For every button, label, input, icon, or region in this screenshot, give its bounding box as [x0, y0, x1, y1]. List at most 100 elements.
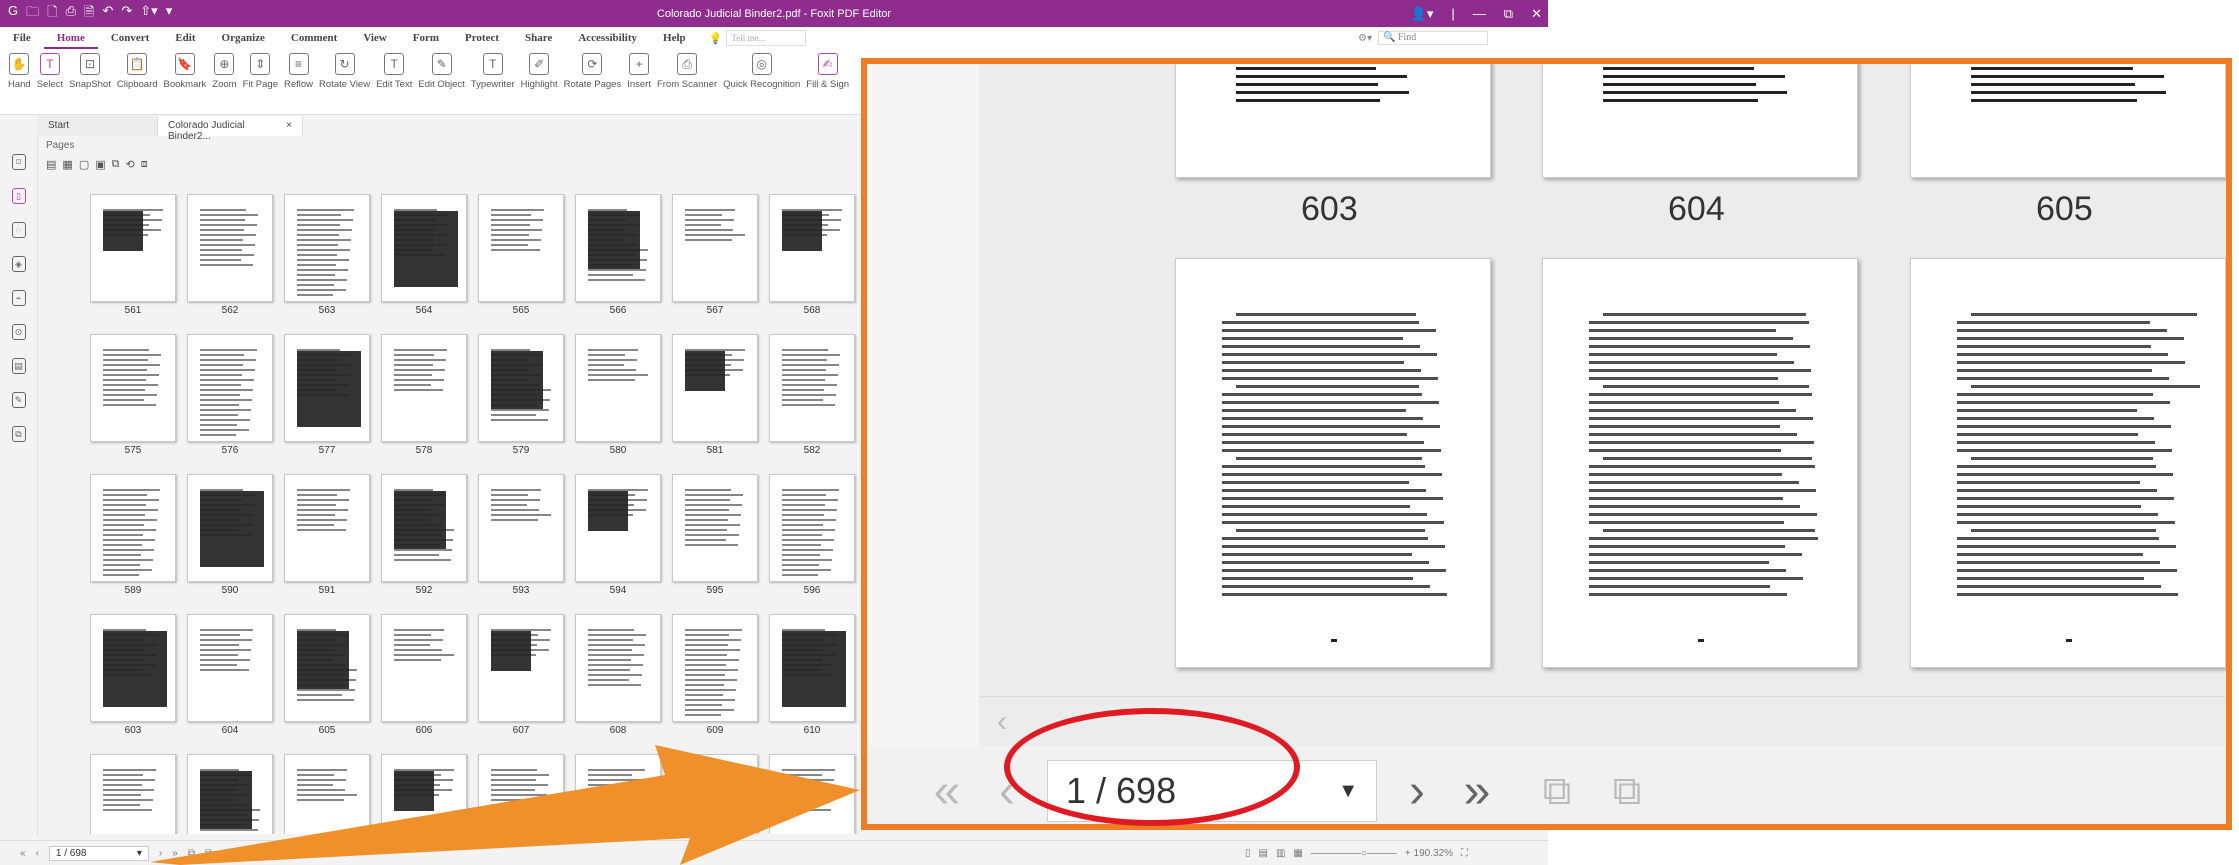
security-icon[interactable]: ⊙ [11, 324, 26, 340]
continuous-icon[interactable]: ▤ [1259, 848, 1268, 859]
tell-me-input[interactable]: Tell me... [726, 30, 807, 46]
window-control-icon[interactable]: ✕ [1531, 6, 1542, 22]
menu-accessibility[interactable]: Accessibility [565, 27, 650, 49]
page-thumbnail[interactable]: 603 [90, 614, 176, 736]
menu-view[interactable]: View [350, 27, 399, 49]
tab-close-icon[interactable]: × [286, 120, 292, 132]
quick-access-icon[interactable]: ⎙ [66, 3, 76, 25]
page-thumbnail[interactable]: 596 [769, 474, 855, 596]
page-number-input[interactable]: 1 / 698 ▾ [48, 845, 149, 861]
page-thumbnail[interactable]: 610 [769, 614, 855, 736]
signatures-icon[interactable]: ✎ [11, 392, 26, 408]
scroll-left-icon[interactable]: ‹ [997, 705, 1007, 738]
page-thumbnail[interactable]: 607 [478, 614, 564, 736]
insert-page-icon[interactable]: ▦ [62, 158, 72, 171]
page-thumbnail[interactable]: 589 [90, 474, 176, 596]
previous-view-icon[interactable]: ⧉ [188, 848, 195, 859]
page-thumbnail[interactable]: 581 [672, 334, 758, 456]
next-view-icon[interactable]: ⧉ [205, 848, 212, 859]
chevron-down-icon[interactable]: ▼ [1338, 780, 1358, 803]
quick-access-icon[interactable]: G [8, 3, 18, 25]
menu-protect[interactable]: Protect [452, 27, 512, 49]
content-icon[interactable]: ▤ [11, 358, 26, 374]
page-thumbnail[interactable]: 568 [769, 194, 855, 316]
ribbon-insert-button[interactable]: + Insert [627, 53, 651, 90]
callout-first-page-button[interactable]: « [917, 764, 977, 819]
ribbon-quick-recognition-button[interactable]: ◎ Quick Recognition [723, 53, 800, 90]
fullscreen-icon[interactable]: ⛶ [1461, 848, 1468, 859]
ribbon-fill-sign-button[interactable]: ✍ Fill & Sign [806, 53, 849, 90]
ribbon-highlight-button[interactable]: ✐ Highlight [521, 53, 558, 90]
menu-edit[interactable]: Edit [162, 27, 208, 49]
ribbon-from-scanner-button[interactable]: ⎙ From Scanner [657, 53, 717, 90]
comments-icon[interactable]: ◌ [11, 222, 26, 238]
quick-access-icon[interactable]: ↶ [102, 3, 113, 25]
page-thumbnail[interactable]: 566 [575, 194, 661, 316]
menu-form[interactable]: Form [400, 27, 452, 49]
menu-file[interactable]: File [0, 27, 44, 49]
find-input[interactable]: 🔍 Find [1378, 31, 1488, 45]
page-thumbnail[interactable]: 562 [187, 194, 273, 316]
page-thumbnail[interactable]: 565 [478, 194, 564, 316]
page-thumbnail[interactable]: 564 [381, 194, 467, 316]
ribbon-bookmark-button[interactable]: 🔖 Bookmark [164, 53, 206, 90]
menu-comment[interactable]: Comment [278, 27, 350, 49]
page-thumbnail[interactable]: 561 [90, 194, 176, 316]
page-thumbnail[interactable]: 563 [284, 194, 370, 316]
rotate-page-icon[interactable]: ⟲ [125, 158, 134, 171]
page-thumbnail[interactable]: 590 [187, 474, 273, 596]
menu-home[interactable]: Home [43, 27, 98, 49]
quick-access-icon[interactable]: 🗋 [47, 3, 57, 25]
quick-access-icon[interactable]: 🗀 [26, 3, 39, 25]
tab-start[interactable]: Start [38, 116, 158, 136]
page-thumbnail[interactable]: 578 [381, 334, 467, 456]
quick-access-icon[interactable]: ⇧▾ [140, 3, 157, 25]
ribbon-fit-page-button[interactable]: ⇕ Fit Page [243, 53, 278, 90]
ribbon-reflow-button[interactable]: ≡ Reflow [284, 53, 313, 90]
previous-page-button[interactable]: ‹ [36, 848, 39, 859]
attachments-icon[interactable]: ⌁ [11, 290, 26, 306]
page-thumbnail[interactable] [478, 754, 564, 834]
window-control-icon[interactable]: 👤▾ [1411, 6, 1434, 22]
ribbon-typewriter-button[interactable]: T Typewriter [471, 53, 515, 90]
bookmark-icon[interactable]: ⌑ [11, 154, 26, 170]
replace-page-icon[interactable]: ⧉ [112, 158, 120, 171]
callout-next-page-button[interactable]: › [1387, 764, 1447, 819]
page-thumbnail[interactable]: 605 [284, 614, 370, 736]
page-thumbnail[interactable]: 593 [478, 474, 564, 596]
page-thumbnail[interactable]: 579 [478, 334, 564, 456]
single-page-icon[interactable]: ▯ [1245, 848, 1251, 859]
next-view-icon[interactable]: ⧉ [1597, 769, 1657, 814]
page-thumbnail[interactable]: 576 [187, 334, 273, 456]
page-thumbnail[interactable]: 567 [672, 194, 758, 316]
delete-page-icon[interactable]: ▢ [79, 158, 89, 171]
zoom-slider[interactable]: —————○——— [1311, 848, 1397, 859]
ribbon-hand-button[interactable]: ✋ Hand [8, 53, 31, 90]
quick-access-icon[interactable]: ↷ [121, 3, 132, 25]
page-thumbnail[interactable]: 606 [381, 614, 467, 736]
page-thumbnail[interactable]: 577 [284, 334, 370, 456]
find-options-icon[interactable]: ⚙▾ [1358, 33, 1372, 44]
previous-view-icon[interactable]: ⧉ [1527, 769, 1587, 814]
first-page-button[interactable]: « [20, 848, 26, 859]
page-thumbnail[interactable] [187, 754, 273, 834]
ribbon-rotate-view-button[interactable]: ↻ Rotate View [319, 53, 370, 90]
window-control-icon[interactable]: ⧉ [1504, 6, 1513, 22]
ribbon-clipboard-button[interactable]: 📋 Clipboard [117, 53, 158, 90]
ribbon-edit-text-button[interactable]: T Edit Text [376, 53, 412, 90]
page-thumbnail[interactable] [381, 754, 467, 834]
menu-organize[interactable]: Organize [209, 27, 278, 49]
page-thumbnail[interactable] [769, 754, 855, 834]
callout-last-page-button[interactable]: » [1447, 764, 1507, 819]
ribbon-edit-object-button[interactable]: ✎ Edit Object [418, 53, 465, 90]
ribbon-zoom-button[interactable]: ⊕ Zoom [212, 53, 237, 90]
quick-access-icon[interactable]: ▾ [166, 3, 173, 25]
ribbon-snapshot-button[interactable]: ⊡ SnapShot [69, 53, 111, 90]
next-page-button[interactable]: › [159, 848, 162, 859]
continuous-facing-icon[interactable]: ▦ [1293, 848, 1302, 859]
extract-page-icon[interactable]: ▣ [95, 158, 105, 171]
page-thumbnail[interactable]: 575 [90, 334, 176, 456]
window-control-icon[interactable]: | [1451, 6, 1454, 21]
page-thumbnail[interactable]: 591 [284, 474, 370, 596]
page-thumbnail[interactable] [575, 754, 661, 834]
